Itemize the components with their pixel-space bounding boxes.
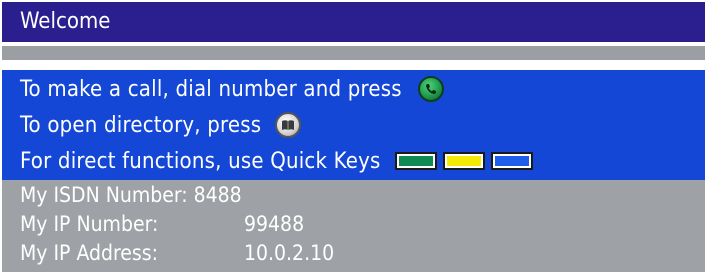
instruction-call-text: To make a call, dial number and press	[20, 76, 402, 102]
quick-key-blue-icon	[490, 152, 533, 170]
directory-button-icon	[275, 112, 302, 138]
ip-number-label: My IP Number:	[20, 212, 159, 236]
ip-address-row: My IP Address: 10.0.2.10	[20, 238, 334, 268]
quick-keys	[394, 152, 533, 170]
quick-key-green-icon	[394, 152, 437, 170]
instruction-call: To make a call, dial number and press	[20, 72, 444, 106]
instruction-directory: To open directory, press	[20, 108, 302, 142]
instruction-quick-keys: For direct functions, use Quick Keys	[20, 144, 533, 178]
welcome-screen: Welcome To make a call, dial number and …	[2, 2, 705, 272]
instruction-quick-keys-text: For direct functions, use Quick Keys	[20, 148, 381, 174]
ip-number-value: 99488	[244, 212, 305, 236]
separator-bar	[2, 46, 705, 60]
instructions-panel: To make a call, dial number and press To…	[2, 70, 705, 180]
isdn-number-value: 8488	[193, 183, 242, 207]
ip-address-label: My IP Address:	[20, 241, 158, 265]
instruction-directory-text: To open directory, press	[20, 112, 262, 138]
isdn-number-label: My ISDN Number:	[20, 183, 188, 207]
window-title: Welcome	[2, 2, 705, 42]
call-button-icon	[417, 76, 444, 102]
quick-key-yellow-icon	[442, 152, 485, 170]
isdn-number-row: My ISDN Number: 8488	[20, 180, 242, 210]
ip-number-row: My IP Number: 99488	[20, 209, 304, 239]
info-panel: My ISDN Number: 8488 My IP Number: 99488 M…	[2, 180, 705, 272]
ip-address-value: 10.0.2.10	[244, 241, 335, 265]
